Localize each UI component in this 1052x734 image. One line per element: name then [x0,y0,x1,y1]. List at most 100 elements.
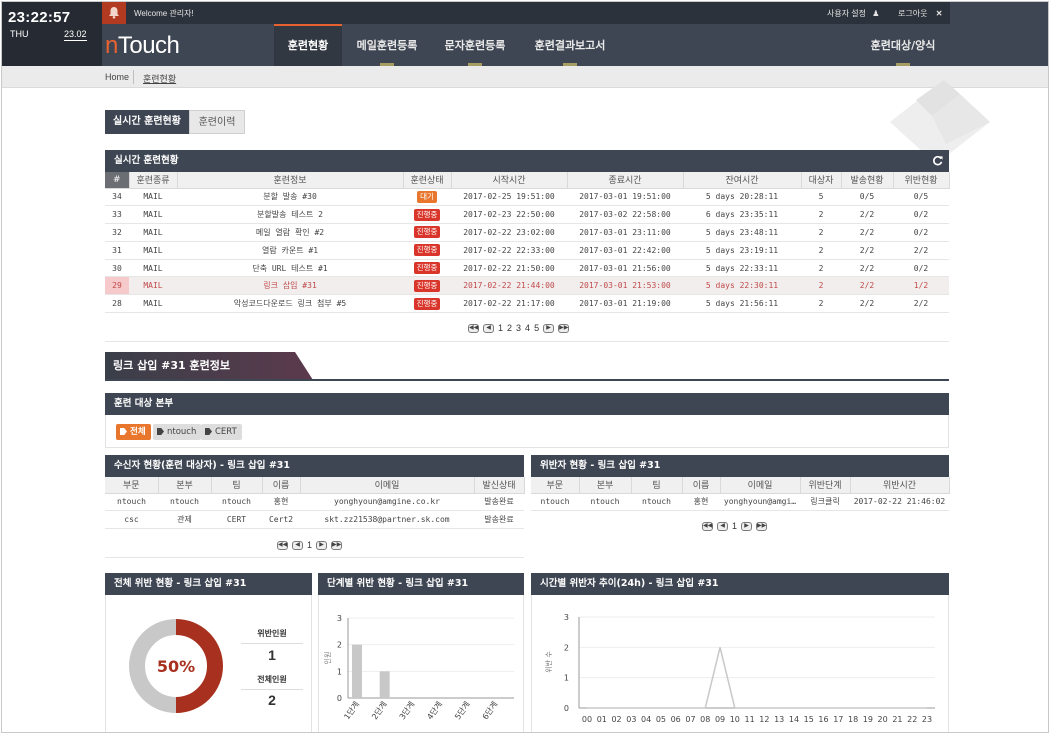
page-number[interactable]: 3 [516,323,521,333]
table-row[interactable]: 29 MAIL 링크 삽입 #31 진행중 2017-02-22 21:44:00 201… [105,276,949,296]
table-row[interactable]: 34 MAIL 분할 발송 #30 대기 2017-02-25 19:51:00 2017… [105,188,949,207]
row-type: MAIL [129,205,177,225]
page-number[interactable]: 2 [507,323,512,333]
row-info-link[interactable]: 단축 URL 테스트 #1 [177,259,403,278]
recipients-table: 부문 본부 팀 이름 이메일 발신상태 ntouch ntouch ntouch 홍현 yongh… [105,477,525,530]
panel-title: 실시간 훈련현황 [114,155,179,166]
row-violations: 0/5 [893,188,949,207]
row-info-link[interactable]: 분할 발송 #30 [177,188,403,207]
row-info-link[interactable]: 악성코드다운로드 링크 첨부 #5 [177,294,403,314]
table-cell: ntouch [158,493,211,512]
chip-label: CERT [215,427,237,437]
table-row[interactable]: 31 MAIL 열람 카운트 #1 진행중 2017-02-22 22:33:00 201… [105,241,949,260]
table-row[interactable]: 33 MAIL 분할발송 테스트 2 진행중 2017-02-23 22:50:00 20… [105,205,949,225]
x-tick-label: 03 [626,715,636,724]
x-tick-label: 05 [656,715,666,724]
next-page-icon[interactable]: ▶ [543,323,555,333]
row-targets: 2 [801,241,841,260]
row-status: 진행중 [403,294,451,314]
row-violations: 0/2 [893,223,949,242]
close-icon: ✕ [935,9,943,18]
notification-bell-button[interactable] [102,2,126,24]
first-page-icon[interactable]: ◀◀ [702,521,713,531]
table-cell: ntouch [211,493,262,512]
tab-realtime[interactable]: 실시간 훈련현황 [105,110,189,134]
ntouch-logo[interactable]: nTouch [105,32,180,60]
last-page-icon[interactable]: ▶▶ [756,521,768,531]
tab-history[interactable]: 훈련이력 [189,110,245,134]
breadcrumb-current[interactable]: 훈련현황 [143,72,176,85]
row-remain: 5 days 20:28:11 [683,188,801,207]
table-row[interactable]: 28 MAIL 악성코드다운로드 링크 첨부 #5 진행중 2017-02-22 21:… [105,294,949,314]
column-header: 부문 [531,477,580,494]
dept-chip-cert[interactable]: CERT [201,424,242,440]
column-header: 대상자 [801,172,842,189]
nav-sms-training-register[interactable]: 문자훈련등록 [436,24,514,66]
x-tick-label: 08 [700,715,710,724]
nav-target-forms[interactable]: 훈련대상/양식 [862,24,944,66]
y-tick-label: 3 [337,614,342,623]
last-page-icon[interactable]: ▶▶ [331,540,343,550]
page-number[interactable]: 1 [732,521,737,531]
prev-page-icon[interactable]: ◀ [292,540,303,550]
table-row[interactable]: 32 MAIL 메일 열람 확인 #2 진행중 2017-02-22 23:02:00 2… [105,223,949,242]
column-header: 훈련상태 [403,172,452,189]
table-row[interactable]: ntouch ntouch ntouch 홍현 yonghyoun@amgine.co.… [105,493,524,512]
row-status: 진행중 [403,223,451,242]
column-header: 이름 [262,477,301,494]
recipients-pagination: ◀◀ ◀ 1 ▶ ▶▶ [277,540,343,550]
breadcrumb-home[interactable]: Home [105,72,129,82]
prev-page-icon[interactable]: ◀ [717,521,728,531]
row-id: 32 [105,223,129,242]
page-number[interactable]: 1 [307,540,312,550]
page-number[interactable]: 4 [525,323,530,333]
first-page-icon[interactable]: ◀◀ [277,540,288,550]
column-header: 훈련정보 [177,172,404,189]
row-info-link[interactable]: 분할발송 테스트 2 [177,205,403,225]
x-tick-label: 02 [611,715,621,724]
nav-label: 훈련결과보고서 [534,39,606,52]
table-cell: ntouch [579,493,631,512]
table-row[interactable]: csc 관제 CERT Cert2 skt.zz21538@partner.sk.com… [105,510,524,530]
welcome-text: Welcome 관리자! [134,9,194,18]
page-number[interactable]: 5 [534,323,539,333]
row-sent: 2/2 [841,294,893,314]
row-end: 2017-03-01 23:11:00 [567,223,683,242]
row-info-link[interactable]: 열람 카운트 #1 [177,241,403,260]
refresh-icon[interactable] [932,155,943,166]
row-targets: 2 [801,259,841,278]
row-violations: 2/2 [893,294,949,314]
nav-training-report[interactable]: 훈련결과보고서 [526,24,614,66]
row-info-link[interactable]: 링크 삽입 #31 [177,276,403,296]
dept-chip-ntouch[interactable]: ntouch [153,424,202,440]
next-page-icon[interactable]: ▶ [741,521,753,531]
user-icon: ♟ [872,9,880,18]
row-targets: 2 [801,205,841,225]
y-tick-label: 2 [337,641,342,650]
x-tick-label: 00 [582,715,592,724]
next-page-icon[interactable]: ▶ [316,540,328,550]
table-row[interactable]: ntouch ntouch ntouch 홍현 yonghyoun@amgi… 링크클릭 2… [531,493,949,512]
x-tick-label: 20 [878,715,888,724]
tag-icon [120,428,127,435]
user-settings-label: 사용자 설정 [827,9,867,18]
nav-training-status[interactable]: 훈련현황 [274,24,342,66]
page-number[interactable]: 1 [498,323,503,333]
row-info-link[interactable]: 메일 열람 확인 #2 [177,223,403,242]
prev-page-icon[interactable]: ◀ [483,323,494,333]
dept-chip-all[interactable]: 전체 [116,424,151,440]
row-remain: 6 days 23:35:11 [683,205,801,225]
hourly-violation-header: 시간별 위반자 추이(24h) - 링크 삽입 #31 [531,573,949,595]
logout-label: 로그아웃 [898,9,928,18]
status-badge: 진행중 [413,208,441,221]
logo-main: Touch [117,32,180,59]
x-tick-label: 11 [745,715,755,724]
logout-link[interactable]: 로그아웃 ✕ [898,8,942,19]
row-remain: 5 days 22:33:11 [683,259,801,278]
nav-mail-training-register[interactable]: 메일훈련등록 [348,24,426,66]
last-page-icon[interactable]: ▶▶ [558,323,570,333]
table-row[interactable]: 30 MAIL 단축 URL 테스트 #1 진행중 2017-02-22 21:50:0… [105,259,949,278]
user-settings-link[interactable]: 사용자 설정 ♟ [827,8,879,19]
first-page-icon[interactable]: ◀◀ [468,323,479,333]
x-tick-label: 1단계 [342,699,362,721]
